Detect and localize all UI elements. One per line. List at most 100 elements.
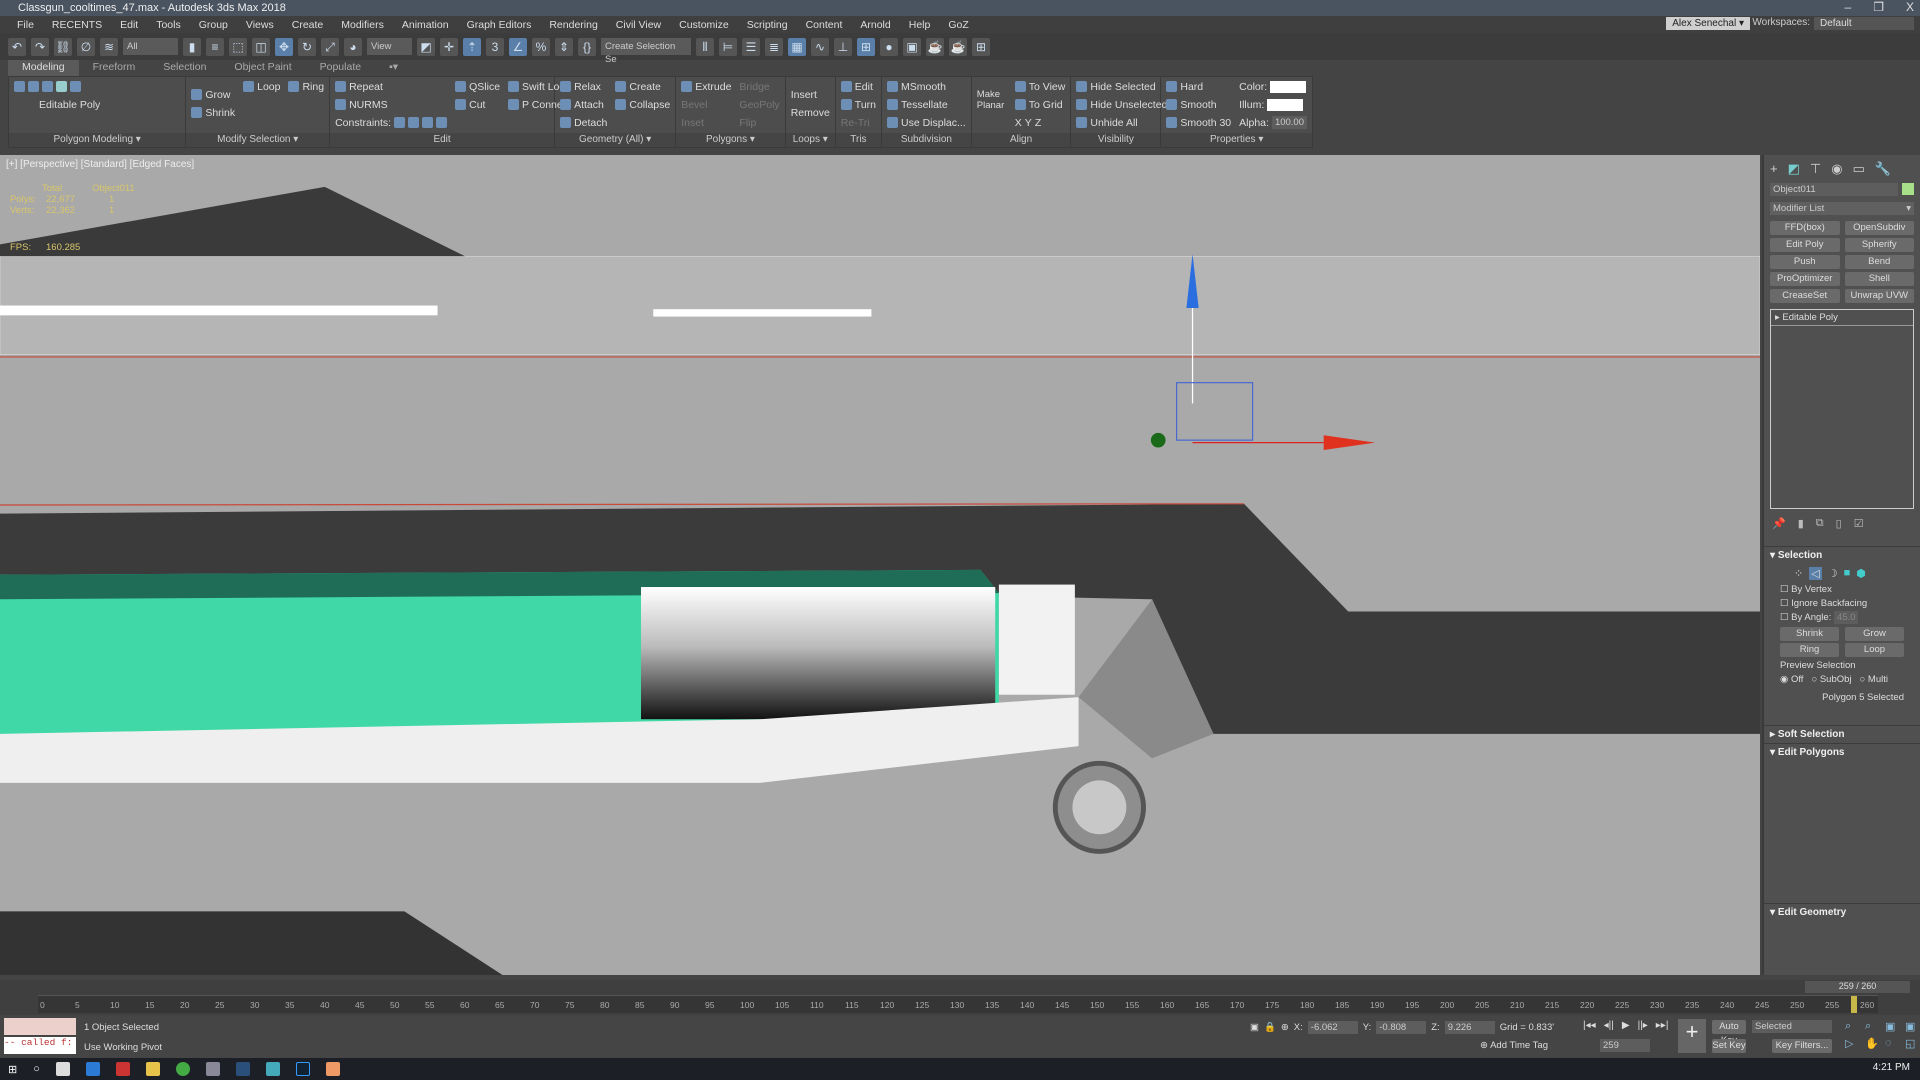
spinner-snap-icon[interactable]: ⇕ <box>555 37 573 56</box>
loop-button[interactable]: Loop <box>1845 643 1904 657</box>
group-label[interactable]: Modify Selection ▾ <box>186 133 330 147</box>
modifier-button-edit-poly[interactable]: Edit Poly <box>1770 238 1840 252</box>
ribbon-toggle-icon[interactable]: ▦ <box>788 37 806 56</box>
use-displacement-button[interactable]: Use Displac... <box>887 116 966 129</box>
rollout-soft-selection[interactable]: ▸ Soft Selection <box>1764 725 1920 743</box>
time-slider[interactable]: 259 / 260 <box>1805 981 1910 993</box>
edge-icon[interactable]: ◁ <box>1809 567 1822 580</box>
hard-button[interactable]: Hard <box>1166 80 1231 93</box>
snap-3d-icon[interactable]: 3 <box>486 37 504 56</box>
add-time-tag[interactable]: ⊕ Add Time Tag <box>1480 1040 1548 1051</box>
zoom-extents-all-icon[interactable]: ▣ <box>1905 1020 1920 1033</box>
ignore-backfacing-checkbox[interactable]: ☐ Ignore Backfacing <box>1780 597 1904 611</box>
3dsmax-icon[interactable] <box>265 1062 280 1076</box>
auto-key-button[interactable]: Auto Key <box>1712 1020 1746 1046</box>
viewport-layout-icon[interactable]: ⊞ <box>972 37 990 56</box>
qslice-button[interactable]: QSlice <box>455 80 500 93</box>
hide-unselected-button[interactable]: Hide Unselected <box>1076 98 1167 111</box>
render-icon[interactable]: ☕ <box>949 37 967 56</box>
tessellate-button[interactable]: Tessellate <box>887 98 966 111</box>
set-key-big-icon[interactable]: + <box>1678 1019 1706 1053</box>
rollout-header[interactable]: ▾ Selection <box>1764 546 1920 564</box>
move-icon[interactable]: ✥ <box>275 37 293 56</box>
next-frame-icon[interactable]: ||▸ <box>1638 1020 1648 1031</box>
to-grid-button[interactable]: To Grid <box>1014 98 1066 111</box>
ref-coord-dropdown[interactable]: View <box>367 38 412 55</box>
menu-edit[interactable]: Edit <box>111 19 147 31</box>
polygon-icon[interactable]: ■ <box>1844 567 1851 580</box>
play-icon[interactable]: ▶ <box>1622 1020 1630 1031</box>
modifier-button-opensubdiv[interactable]: OpenSubdiv <box>1844 221 1914 235</box>
ring-button[interactable]: Ring <box>288 80 324 93</box>
group-label[interactable]: Properties ▾ <box>1161 133 1312 147</box>
tab-populate[interactable]: Populate <box>306 60 375 76</box>
curve-editor-icon[interactable]: ∿ <box>811 37 829 56</box>
rollout-edit-polygons[interactable]: ▾ Edit Polygons <box>1764 743 1920 903</box>
window-crossing-icon[interactable]: ◫ <box>252 37 270 56</box>
layer-explorer-icon[interactable]: ≣ <box>765 37 783 56</box>
shrink-button[interactable]: Shrink <box>1780 627 1839 641</box>
modifier-button-shell[interactable]: Shell <box>1844 272 1914 286</box>
remove-loop-button[interactable]: Remove <box>791 106 830 119</box>
keyboard-shortcut-icon[interactable]: ⇡ <box>463 37 481 56</box>
repeat-button[interactable]: Repeat <box>335 80 447 93</box>
grow-button[interactable]: Grow <box>1845 627 1904 641</box>
modifier-button-push[interactable]: Push <box>1770 255 1840 269</box>
isolate-icon[interactable]: ▣ <box>1250 1022 1259 1033</box>
angle-snap-icon[interactable]: ∠ <box>509 37 527 56</box>
modifier-button-creaseset[interactable]: CreaseSet <box>1770 289 1840 303</box>
maximize-viewport-icon[interactable]: ◱ <box>1905 1037 1920 1050</box>
menu-views[interactable]: Views <box>237 19 283 31</box>
chrome-icon[interactable] <box>175 1062 190 1076</box>
selection-set-dropdown[interactable]: Create Selection Se <box>601 38 691 65</box>
absolute-mode-icon[interactable]: ⊕ <box>1281 1022 1289 1033</box>
show-end-result-icon[interactable]: ▮ <box>1798 517 1804 530</box>
material-editor-icon[interactable]: ● <box>880 37 898 56</box>
named-selection-icon[interactable]: {} <box>578 37 596 56</box>
modifier-button-spherify[interactable]: Spherify <box>1844 238 1914 252</box>
render-frame-icon[interactable]: ☕ <box>926 37 944 56</box>
extrude-button[interactable]: Extrude <box>681 80 731 93</box>
percent-snap-icon[interactable]: % <box>532 37 550 56</box>
flip-button[interactable]: Flip <box>739 116 779 129</box>
collapse-button[interactable]: Collapse <box>615 98 670 111</box>
modifier-list-dropdown[interactable]: Modifier List ▾ <box>1770 202 1914 215</box>
menu-animation[interactable]: Animation <box>393 19 458 31</box>
color-swatch[interactable]: Color: <box>1239 80 1307 93</box>
menu-customize[interactable]: Customize <box>670 19 738 31</box>
store-icon[interactable] <box>55 1062 70 1076</box>
attach-button[interactable]: Attach <box>560 98 607 111</box>
workspace-dropdown[interactable]: Default <box>1814 17 1914 30</box>
tab-selection[interactable]: Selection <box>149 60 220 76</box>
retri-button[interactable]: Re-Tri <box>841 116 876 129</box>
create-button[interactable]: Create <box>615 80 670 93</box>
menu-civil-view[interactable]: Civil View <box>607 19 670 31</box>
create-tab-icon[interactable]: + <box>1770 161 1778 177</box>
inset-button[interactable]: Inset <box>681 116 731 129</box>
perspective-viewport[interactable]: [+] [Perspective] [Standard] [Edged Face… <box>0 155 1760 975</box>
illum-swatch[interactable]: Illum: <box>1239 98 1307 111</box>
object-color-swatch[interactable] <box>1902 183 1914 195</box>
unhide-all-button[interactable]: Unhide All <box>1076 116 1167 129</box>
loop-button[interactable]: Loop <box>243 80 280 93</box>
app-icon[interactable] <box>325 1062 340 1076</box>
pin-stack-icon[interactable]: 📌 <box>1772 517 1786 530</box>
pivot-icon[interactable]: ◩ <box>417 37 435 56</box>
set-key-button[interactable]: Set Key <box>1712 1039 1746 1053</box>
unlink-icon[interactable]: ∅ <box>77 37 95 56</box>
orbit-icon[interactable]: ◌ <box>1885 1037 1901 1050</box>
tab-object-paint[interactable]: Object Paint <box>220 60 305 76</box>
manipulate-icon[interactable]: ✛ <box>440 37 458 56</box>
modifier-button-ffd-box-[interactable]: FFD(box) <box>1770 221 1840 235</box>
menu-goz[interactable]: GoZ <box>939 19 977 31</box>
smooth30-button[interactable]: Smooth 30 <box>1166 116 1231 129</box>
bridge-button[interactable]: Bridge <box>739 80 779 93</box>
redo-icon[interactable]: ↷ <box>31 37 49 56</box>
tab-freeform[interactable]: Freeform <box>79 60 150 76</box>
group-label[interactable]: Loops ▾ <box>785 133 835 147</box>
selection-filter-dropdown[interactable]: All <box>123 38 178 55</box>
make-planar-button[interactable]: Make Planar <box>977 80 1007 120</box>
utilities-tab-icon[interactable]: 🔧 <box>1875 161 1891 177</box>
modifier-button-prooptimizer[interactable]: ProOptimizer <box>1770 272 1840 286</box>
align-icon[interactable]: ⊨ <box>719 37 737 56</box>
